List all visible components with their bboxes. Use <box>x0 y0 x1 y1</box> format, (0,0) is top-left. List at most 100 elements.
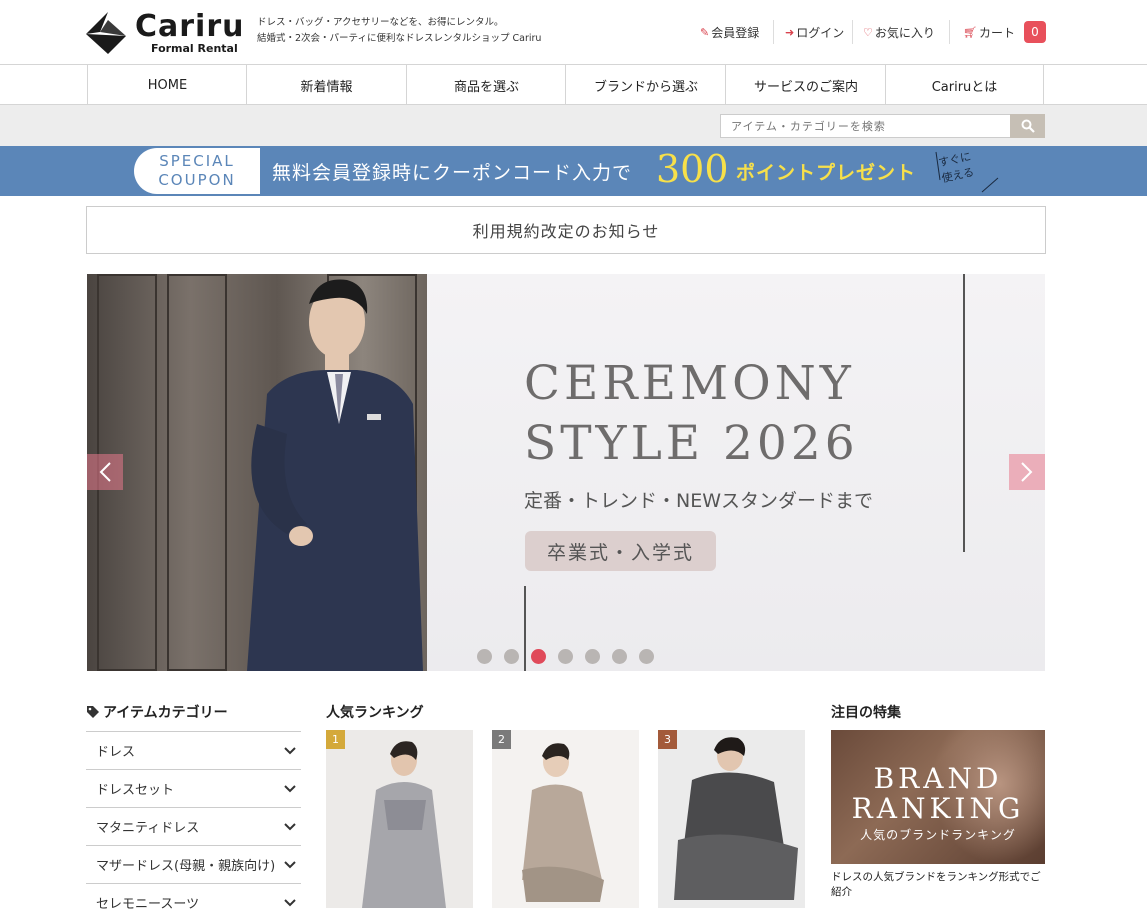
feature-banner[interactable]: BRAND RANKING 人気のブランドランキング <box>831 730 1045 864</box>
site-tagline: ドレス・バッグ・アクセサリーなどを、お得にレンタル。 結婚式・2次会・パーティに… <box>257 15 541 47</box>
chevron-down-icon <box>284 784 296 792</box>
category-label: セレモニースーツ <box>96 897 200 912</box>
slider-dot[interactable] <box>504 649 519 664</box>
hero-subtitle: 定番・トレンド・NEWスタンダードまで <box>524 490 874 512</box>
category-item[interactable]: セレモニースーツ <box>86 883 301 921</box>
category-title-text: アイテムカテゴリー <box>103 705 228 721</box>
rank-badge: 1 <box>326 730 345 749</box>
nav-item-services[interactable]: サービスのご案内 <box>725 65 886 105</box>
product-image-2 <box>492 730 639 908</box>
global-nav: HOME 新着情報 商品を選ぶ ブランドから選ぶ サービスのご案内 Cariru… <box>0 64 1147 105</box>
slider-dot[interactable] <box>639 649 654 664</box>
nav-item-products[interactable]: 商品を選ぶ <box>406 65 566 105</box>
product-image-3 <box>658 730 805 908</box>
hero-title-line-2: STYLE 2026 <box>524 416 859 471</box>
slider-next-button[interactable] <box>1009 454 1045 490</box>
search-bar <box>0 105 1147 146</box>
ranking-card-1[interactable]: 1 <box>326 730 473 908</box>
cart-link[interactable]: 🛒︎ カート <box>963 20 1015 44</box>
slider-dots <box>477 649 654 664</box>
chevron-down-icon <box>284 898 296 906</box>
cart-label: カート <box>978 25 1015 40</box>
register-label: 会員登録 <box>711 25 760 40</box>
register-link[interactable]: ✎ 会員登録 <box>700 20 759 44</box>
slider-dot[interactable] <box>585 649 600 664</box>
sign-in-icon: ➜ <box>785 25 795 39</box>
nav-item-news[interactable]: 新着情報 <box>246 65 406 105</box>
slider-dot[interactable] <box>612 649 627 664</box>
favorites-link[interactable]: ♡ お気に入り <box>863 20 935 44</box>
hero-title: CEREMONY STYLE 2026 <box>524 354 859 474</box>
logo-mark-icon <box>86 12 126 54</box>
category-label: ドレスセット <box>96 783 175 798</box>
feature-section-title: 注目の特集 <box>831 705 901 721</box>
special-coupon-pill: SPECIAL COUPON <box>134 148 260 194</box>
cart-count-badge[interactable]: 0 <box>1024 21 1046 43</box>
category-item[interactable]: マザードレス(母親・親族向け) <box>86 845 301 883</box>
slider-dot[interactable] <box>531 649 546 664</box>
feature-banner-line-1: BRAND <box>873 762 1003 795</box>
hero-divider-line <box>963 274 965 552</box>
logo-name: Cariru <box>135 9 245 44</box>
feature-banner-title: BRAND RANKING <box>831 764 1045 824</box>
tagline-line-2: 結婚式・2次会・パーティに便利なドレスレンタルショップ Cariru <box>257 33 542 44</box>
slider-dot[interactable] <box>477 649 492 664</box>
feature-description: ドレスの人気ブランドをランキング形式でご紹介 <box>831 871 1041 898</box>
chevron-left-icon <box>99 462 111 482</box>
hero-model-image <box>247 279 423 671</box>
pencil-icon: ✎ <box>700 25 710 39</box>
category-item[interactable]: マタニティドレス <box>86 807 301 845</box>
rank-badge: 3 <box>658 730 677 749</box>
cart-icon: 🛒︎ <box>963 25 977 39</box>
chevron-down-icon <box>284 860 296 868</box>
ranking-section-title: 人気ランキング <box>326 705 424 721</box>
hero-slider[interactable]: CEREMONY STYLE 2026 定番・トレンド・NEWスタンダードまで … <box>87 274 1045 671</box>
search-icon <box>1021 119 1035 133</box>
heart-icon: ♡ <box>863 25 873 39</box>
tag-icon <box>87 706 99 718</box>
nav-item-brands[interactable]: ブランドから選ぶ <box>565 65 726 105</box>
category-item[interactable]: ドレス <box>86 731 301 769</box>
slider-prev-button[interactable] <box>87 454 123 490</box>
nav-item-home[interactable]: HOME <box>87 65 247 105</box>
divider <box>852 20 853 44</box>
rank-badge: 2 <box>492 730 511 749</box>
coupon-note-lines <box>935 151 999 193</box>
category-label: マタニティドレス <box>96 821 200 836</box>
divider <box>949 20 950 44</box>
category-item[interactable]: ドレスセット <box>86 769 301 807</box>
nav-item-about[interactable]: Cariruとは <box>885 65 1044 105</box>
search-input[interactable] <box>720 114 1011 138</box>
coupon-pill-line-1: SPECIAL <box>159 152 235 170</box>
category-section-title: アイテムカテゴリー <box>86 702 228 722</box>
site-header: Cariru Formal Rental ドレス・バッグ・アクセサリーなどを、お… <box>0 0 1147 64</box>
chevron-right-icon <box>1021 462 1033 482</box>
divider <box>773 20 774 44</box>
login-link[interactable]: ➜ ログイン <box>785 20 844 44</box>
ranking-card-3[interactable]: 3 <box>658 730 805 908</box>
ranking-card-2[interactable]: 2 <box>492 730 639 908</box>
hero-title-line-1: CEREMONY <box>524 356 855 411</box>
hero-tag: 卒業式・入学式 <box>525 531 716 571</box>
notice-link[interactable]: 利用規約改定のお知らせ <box>86 206 1046 254</box>
category-label: マザードレス(母親・親族向け) <box>96 859 276 874</box>
coupon-banner[interactable]: SPECIAL COUPON 無料会員登録時にクーポンコード入力で 300 ポイ… <box>0 146 1147 196</box>
chevron-down-icon <box>284 746 296 754</box>
feature-banner-line-2: RANKING <box>851 792 1025 825</box>
chevron-down-icon <box>284 822 296 830</box>
coupon-text: 無料会員登録時にクーポンコード入力で <box>272 162 633 184</box>
category-list: ドレス ドレスセット マタニティドレス マザードレス(母親・親族向け) セレモニ… <box>86 731 301 921</box>
coupon-points-number: 300 <box>656 147 729 191</box>
search-button[interactable] <box>1010 114 1045 138</box>
slider-dot[interactable] <box>558 649 573 664</box>
login-label: ログイン <box>796 25 845 40</box>
category-label: ドレス <box>96 745 136 760</box>
tagline-line-1: ドレス・バッグ・アクセサリーなどを、お得にレンタル。 <box>257 17 504 28</box>
product-image-1 <box>326 730 473 908</box>
coupon-pill-line-2: COUPON <box>158 171 236 189</box>
coupon-points-label: ポイントプレゼント <box>736 162 917 184</box>
site-logo[interactable]: Cariru Formal Rental <box>86 9 246 55</box>
favorites-label: お気に入り <box>874 25 935 40</box>
logo-subtitle: Formal Rental <box>151 42 238 55</box>
feature-banner-subtitle: 人気のブランドランキング <box>860 828 1016 842</box>
